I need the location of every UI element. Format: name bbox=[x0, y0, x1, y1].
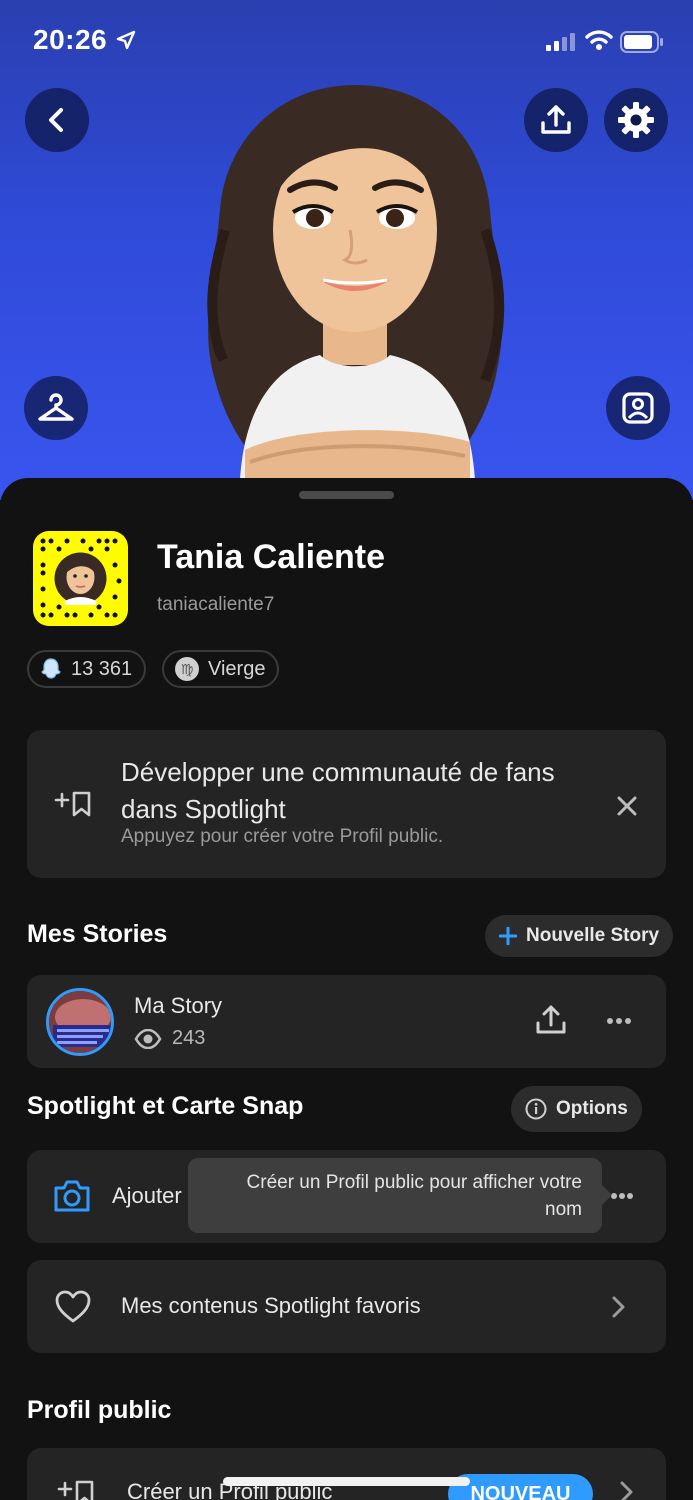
chevron-right-icon bbox=[612, 1296, 625, 1318]
spotlight-promo-card[interactable]: Développer une communauté de fans dans S… bbox=[27, 730, 666, 878]
story-title: Ma Story bbox=[134, 993, 223, 1018]
back-button[interactable] bbox=[25, 88, 89, 152]
options-label: Options bbox=[556, 1098, 628, 1119]
spotlight-heading: Spotlight et Carte Snap bbox=[27, 1092, 304, 1120]
story-thumbnail-image bbox=[49, 991, 111, 1053]
new-story-label: Nouvelle Story bbox=[526, 925, 660, 946]
promo-title: Développer une communauté de fans dans S… bbox=[121, 757, 555, 824]
story-thumbnail bbox=[46, 988, 114, 1056]
story-views-count: 243 bbox=[172, 1027, 206, 1049]
my-story-row[interactable]: Ma Story 243 bbox=[27, 975, 666, 1068]
add-spotlight-label: Ajouter bbox=[112, 1183, 182, 1208]
tooltip-arrow bbox=[601, 1184, 612, 1206]
my-stories-heading: Mes Stories bbox=[27, 920, 168, 948]
bitmoji-avatar bbox=[207, 85, 505, 480]
snapcode-dots-icon bbox=[40, 538, 122, 618]
svg-text:♍: ♍ bbox=[181, 662, 194, 678]
status-time: 20:26 bbox=[33, 24, 108, 55]
battery-icon bbox=[620, 31, 663, 53]
promo-subtitle: Appuyez pour créer votre Profil public. bbox=[121, 826, 444, 847]
new-story-button[interactable]: Nouvelle Story bbox=[485, 915, 674, 957]
story-more-icon[interactable] bbox=[606, 1016, 632, 1026]
zodiac-virgo-icon: ♍ bbox=[175, 657, 199, 681]
snap-score-chip[interactable]: 13 361 bbox=[27, 650, 147, 688]
heart-icon bbox=[55, 1290, 91, 1323]
eye-icon bbox=[134, 1028, 162, 1049]
zodiac-chip[interactable]: ♍ Vierge bbox=[162, 650, 280, 688]
share-icon bbox=[541, 105, 571, 134]
zodiac-label: Vierge bbox=[208, 657, 266, 680]
profile-hero: 20:26 bbox=[0, 0, 693, 500]
settings-icon bbox=[618, 102, 654, 138]
favorites-label: Mes contenus Spotlight favoris bbox=[121, 1293, 421, 1318]
sheet-grabber[interactable] bbox=[299, 491, 394, 499]
wifi-icon bbox=[585, 30, 613, 50]
back-icon bbox=[49, 108, 63, 132]
profile-username: taniacaliente7 bbox=[157, 594, 275, 615]
profile-sheet: Tania Caliente taniacaliente7 13 361 ♍ V… bbox=[0, 478, 693, 1500]
home-indicator[interactable] bbox=[223, 1477, 470, 1486]
outfit-button[interactable] bbox=[24, 376, 88, 440]
story-share-icon[interactable] bbox=[534, 1003, 568, 1037]
close-icon[interactable] bbox=[617, 796, 637, 816]
plus-icon bbox=[499, 927, 517, 945]
status-bar: 20:26 bbox=[0, 0, 693, 84]
story-views: 243 bbox=[134, 1027, 205, 1050]
hanger-icon bbox=[38, 393, 74, 421]
add-bookmark-icon bbox=[54, 791, 91, 817]
camera-icon bbox=[54, 1180, 90, 1212]
spotlight-more-icon[interactable] bbox=[610, 1191, 634, 1201]
snapcode[interactable] bbox=[33, 531, 128, 626]
public-profile-tooltip[interactable]: Créer un Profil public pour afficher vot… bbox=[188, 1158, 602, 1233]
chevron-right-icon bbox=[620, 1481, 633, 1500]
public-profile-heading: Profil public bbox=[27, 1396, 172, 1424]
snap-score-value: 13 361 bbox=[71, 657, 133, 680]
location-arrow-icon bbox=[116, 30, 136, 50]
options-button[interactable]: Options bbox=[511, 1086, 642, 1132]
settings-button[interactable] bbox=[604, 88, 668, 152]
add-profile-icon bbox=[57, 1480, 94, 1500]
share-profile-button[interactable] bbox=[524, 88, 588, 152]
profile-display-name: Tania Caliente bbox=[157, 538, 385, 576]
bitmoji-selfie-button[interactable] bbox=[606, 376, 670, 440]
cellular-signal-icon bbox=[546, 33, 575, 51]
new-badge: NOUVEAU bbox=[448, 1474, 593, 1500]
spotlight-favorites-row[interactable]: Mes contenus Spotlight favoris bbox=[27, 1260, 666, 1353]
ghost-score-icon bbox=[41, 658, 61, 679]
photo-icon bbox=[622, 392, 654, 424]
info-icon bbox=[525, 1098, 547, 1120]
